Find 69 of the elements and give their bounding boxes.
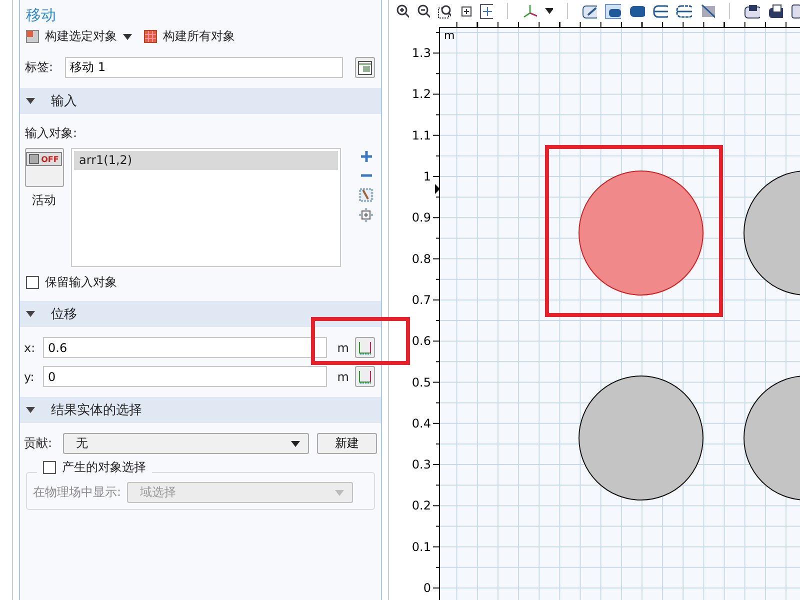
select-boundaries-icon[interactable] bbox=[652, 4, 668, 18]
active-toggle-button[interactable]: OFF bbox=[24, 148, 64, 187]
build-selected-button[interactable]: 构建选定对象 bbox=[26, 28, 132, 45]
grid-icon bbox=[144, 30, 157, 43]
contribute-dropdown[interactable]: 无 bbox=[63, 433, 309, 454]
unit-label: m bbox=[336, 370, 349, 384]
displacement-field[interactable]: 0 bbox=[43, 366, 327, 387]
axis-tick-label: 0.4 bbox=[412, 416, 431, 430]
axis-tick-label: 1.1 bbox=[412, 128, 431, 142]
caret-icon bbox=[123, 34, 132, 40]
active-label: 活动 bbox=[32, 192, 56, 209]
range-button[interactable] bbox=[355, 337, 375, 358]
clear-selection-icon[interactable] bbox=[700, 4, 716, 18]
section-header[interactable]: 输入 bbox=[20, 88, 381, 114]
label-field[interactable]: 移动 1 bbox=[65, 57, 343, 78]
toolbar-more-icon[interactable] bbox=[791, 4, 800, 18]
axis-tick-label: 0.6 bbox=[412, 334, 431, 348]
unit-label: m bbox=[444, 29, 455, 42]
settings-title: 移动 bbox=[25, 5, 57, 26]
broom-icon[interactable] bbox=[359, 188, 373, 202]
axis-tick-label: 1.2 bbox=[412, 87, 431, 102]
range-button[interactable] bbox=[355, 366, 375, 387]
zoom-extents-icon[interactable] bbox=[458, 4, 472, 18]
caret-icon bbox=[291, 440, 300, 446]
axis-tick-label: 0.7 bbox=[412, 292, 431, 307]
select-domains-icon[interactable] bbox=[629, 4, 645, 18]
screen-icon[interactable] bbox=[744, 4, 760, 18]
printer-icon[interactable] bbox=[768, 4, 784, 18]
section-header[interactable]: 位移 bbox=[20, 301, 381, 327]
new-button[interactable]: 新建 bbox=[317, 433, 377, 454]
range-icon bbox=[358, 370, 372, 384]
section-header[interactable]: 结果实体的选择 bbox=[20, 397, 381, 423]
show-in-physics-label: 在物理场中显示: bbox=[33, 484, 122, 501]
grid-icon bbox=[26, 30, 39, 43]
build-all-button[interactable]: 构建所有对象 bbox=[144, 28, 235, 45]
axis-tick-label: 1 bbox=[423, 170, 431, 184]
keep-input-checkbox[interactable]: 保留输入对象 bbox=[20, 267, 381, 291]
axis-tick-label: 0.5 bbox=[412, 375, 431, 390]
edit-icon[interactable] bbox=[582, 4, 598, 18]
label-label: 标签: bbox=[25, 59, 54, 76]
zoom-out-icon[interactable] bbox=[416, 4, 430, 18]
zoom-in-icon[interactable] bbox=[396, 4, 409, 18]
axis-tick-label: 0 bbox=[423, 581, 431, 595]
zoom-selection-icon[interactable] bbox=[359, 208, 373, 222]
zoom-fit-icon[interactable] bbox=[480, 4, 493, 18]
displacement-field[interactable]: 0.6 bbox=[43, 337, 327, 358]
zoom-box-icon[interactable] bbox=[438, 4, 451, 18]
axis-tick-label: 0.2 bbox=[412, 498, 431, 513]
axis-tick-label: 0.8 bbox=[412, 252, 431, 266]
axis-tick-label: 1.3 bbox=[412, 46, 431, 60]
range-icon bbox=[358, 340, 372, 354]
axes-icon[interactable] bbox=[522, 4, 538, 18]
axis-tick-label: 0.3 bbox=[412, 458, 431, 472]
label-action-button[interactable] bbox=[355, 57, 375, 78]
input-objects-label: 输入对象: bbox=[24, 125, 78, 142]
resulting-selection-checkbox[interactable]: 产生的对象选择 bbox=[37, 459, 152, 476]
list-item[interactable]: arr1(1,2) bbox=[74, 151, 338, 170]
plus-icon[interactable] bbox=[360, 150, 372, 163]
axis-tick-label: 0.1 bbox=[412, 540, 431, 554]
contribute-label: 贡献: bbox=[24, 435, 54, 452]
select-objects-icon[interactable] bbox=[605, 4, 622, 18]
select-points-icon[interactable] bbox=[676, 4, 692, 18]
caret-icon bbox=[335, 490, 344, 496]
field-label: x: bbox=[24, 340, 36, 354]
unit-label: m bbox=[336, 340, 349, 354]
field-label: y: bbox=[24, 370, 36, 384]
list-icon bbox=[358, 60, 372, 74]
axis-tick-label: 0.9 bbox=[412, 210, 431, 225]
caret-icon[interactable] bbox=[545, 8, 554, 14]
